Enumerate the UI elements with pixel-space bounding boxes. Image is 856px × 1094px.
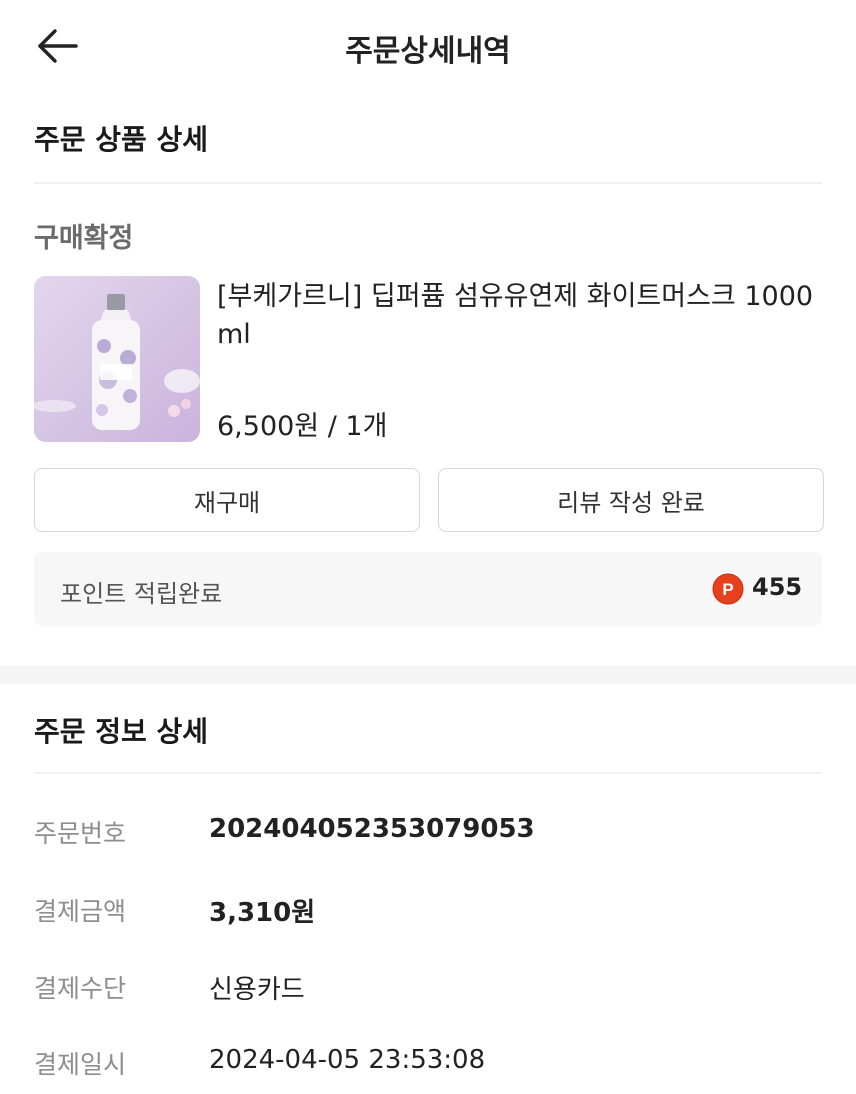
top-app-bar: 주문상세내역 xyxy=(0,0,856,92)
point-coin-icon: P xyxy=(712,573,744,605)
section-separator xyxy=(0,666,856,684)
payment-datetime-value: 2024-04-05 23:53:08 xyxy=(209,1045,486,1075)
point-icon-letter: P xyxy=(722,580,733,599)
payment-method-value: 신용카드 xyxy=(209,975,305,1005)
order-number-label: 주문번호 xyxy=(34,819,127,848)
product-price-quantity: 6,500원 / 1개 xyxy=(217,411,388,442)
product-name[interactable]: [부케가르니] 딥퍼퓸 섬유유연제 화이트머스크 1000ml xyxy=(217,278,817,354)
payment-method-label: 결제수단 xyxy=(34,974,127,1003)
section-title-product: 주문 상품 상세 xyxy=(34,123,209,156)
section-divider xyxy=(34,772,822,774)
section-divider xyxy=(34,182,822,184)
review-complete-button[interactable]: 리뷰 작성 완료 xyxy=(438,468,824,532)
order-number-value: 20240405235307905​3 xyxy=(209,814,535,844)
points-value: 455 xyxy=(752,573,803,601)
section-title-order-info: 주문 정보 상세 xyxy=(34,715,209,748)
payment-amount-value: 3,310원 xyxy=(209,898,316,928)
points-label: 포인트 적립완료 xyxy=(60,580,223,608)
page-title: 주문상세내역 xyxy=(345,34,511,69)
payment-amount-label: 결제금액 xyxy=(34,897,127,926)
payment-datetime-label: 결제일시 xyxy=(34,1050,127,1079)
points-earned-box: 포인트 적립완료 P 455 xyxy=(34,552,822,626)
product-image[interactable] xyxy=(34,276,200,442)
product-bottle-illustration xyxy=(34,276,200,442)
order-status: 구매확정 xyxy=(34,223,134,254)
rebuy-button[interactable]: 재구매 xyxy=(34,468,420,532)
